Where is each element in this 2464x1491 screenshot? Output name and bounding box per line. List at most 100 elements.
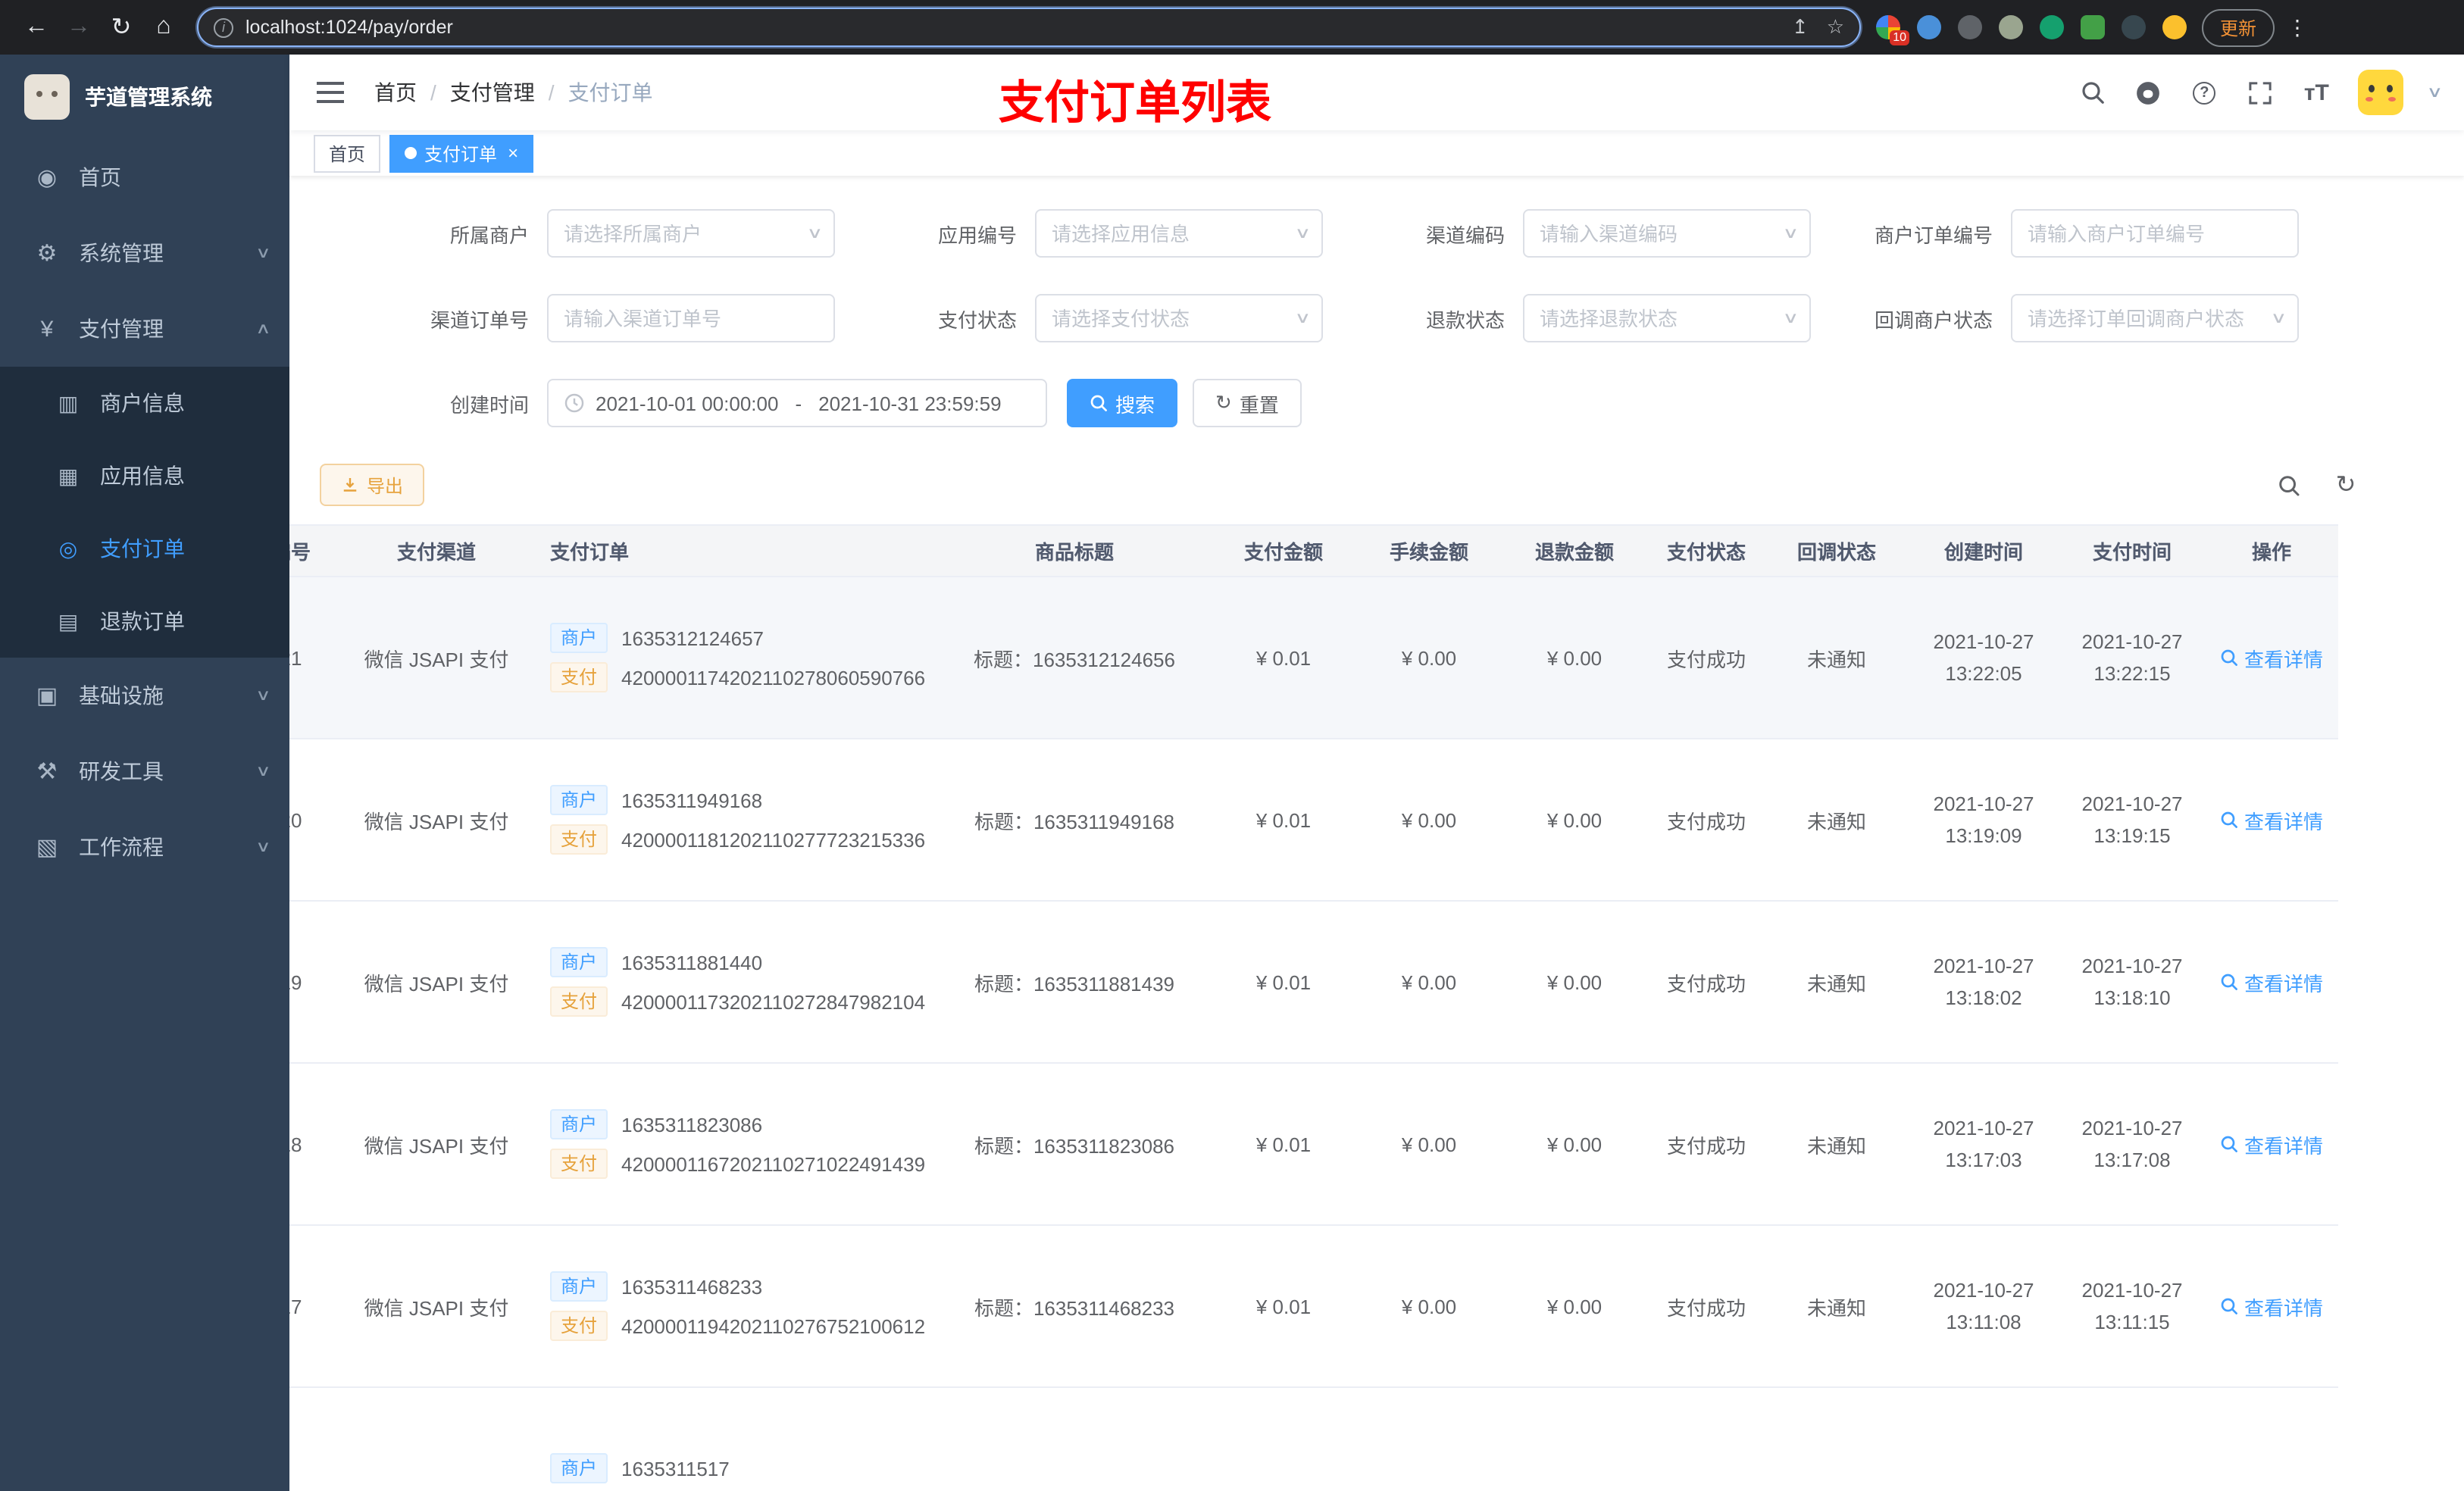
reload-icon[interactable]: ↻ [100,6,142,48]
tab-pay-order[interactable]: 支付订单 × [389,134,534,172]
channel-order-no-input[interactable] [564,295,797,341]
export-button[interactable]: 导出 [320,464,425,506]
extension-icon[interactable] [1917,15,1941,39]
sidebar-item-pay-order[interactable]: ◎ 支付订单 [0,512,289,585]
site-info-icon[interactable]: i [214,17,233,37]
font-size-icon[interactable]: ᴛT [2301,77,2331,108]
topbar-actions: ? ᴛT ∨ [2077,70,2443,115]
sidebar-item-merchant-info[interactable]: ▥ 商户信息 [0,367,289,439]
search-icon[interactable] [2077,77,2107,108]
channel-order-no-field[interactable] [547,294,835,342]
pay-status-select[interactable]: ∨ [1035,294,1323,342]
sidebar-item-infra[interactable]: ▣ 基础设施 ∨ [0,658,289,733]
extension-icon[interactable] [1958,15,1982,39]
filter-label: 支付状态 [937,308,1017,331]
col-actions: 操作 [2205,524,2338,577]
extension-icon[interactable]: 10 [1876,15,1909,45]
chevron-up-icon: ∧ [255,320,270,337]
sidebar-logo: 芋道管理系统 [0,55,289,139]
refund-status-input[interactable] [1540,295,1773,341]
pay-tag: 支付 [550,1149,608,1179]
hamburger-icon[interactable] [317,82,344,103]
sidebar-item-devtools[interactable]: ⚒ 研发工具 ∨ [0,733,289,809]
url-text[interactable]: localhost:1024/pay/order [245,17,1774,38]
chevron-down-icon: ∨ [255,763,270,780]
pay-tag: 支付 [550,1311,608,1341]
close-icon[interactable]: × [508,142,518,164]
app-select[interactable]: ∨ [1035,209,1323,258]
notify-status-select[interactable]: ∨ [2011,294,2299,342]
workflow-icon: ▧ [36,835,58,861]
table-refresh-icon[interactable]: ↻ [2334,473,2358,499]
app-select-input[interactable] [1052,211,1285,256]
sidebar-item-app-info[interactable]: ▦ 应用信息 [0,439,289,512]
notify-status-input[interactable] [2028,295,2261,341]
merchant-select-input[interactable] [564,211,797,256]
home-icon[interactable]: ⌂ [142,6,185,48]
refund-status-select[interactable]: ∨ [1523,294,1811,342]
forward-icon[interactable]: → [58,6,100,48]
sidebar-item-workflow[interactable]: ▧ 工作流程 ∨ [0,809,289,885]
chevron-down-icon: ∨ [255,687,270,704]
extension-icon[interactable] [2040,15,2064,39]
chevron-down-icon: ∨ [1781,311,1799,327]
view-detail-link[interactable]: 查看详情 [2220,643,2323,672]
pay-status-input[interactable] [1052,295,1285,341]
reset-button[interactable]: ↻ 重置 [1193,379,1302,427]
pay-tag: 支付 [550,824,608,855]
view-detail-link[interactable]: 查看详情 [2220,805,2323,834]
breadcrumb: 首页 / 支付管理 / 支付订单 [374,77,653,108]
extension-icon[interactable] [2122,15,2146,39]
channel-code-input[interactable] [1540,211,1773,256]
merchant-order-no-field[interactable] [2011,209,2299,258]
address-bar[interactable]: i localhost:1024/pay/order ↥ ☆ [197,8,1861,47]
view-detail-link[interactable]: 查看详情 [2220,1292,2323,1321]
table-row: 20 微信 JSAPI 支付 商户1635311949168 支付4200001… [289,739,2338,902]
sidebar-item-home[interactable]: ◉ 首页 [0,139,289,215]
table-search-icon[interactable] [2276,473,2300,497]
col-refund-amount: 退款金额 [1502,524,1647,577]
chevron-down-icon: ∨ [255,245,270,261]
extension-icon[interactable] [1999,15,2023,39]
github-icon[interactable] [2133,77,2163,108]
breadcrumb-home[interactable]: 首页 [374,77,417,108]
search-button[interactable]: 搜索 [1067,379,1178,427]
view-detail-link[interactable]: 查看详情 [2220,967,2323,996]
date-end[interactable]: 2021-10-31 23:59:59 [818,392,1001,414]
gear-icon: ⚙ [36,241,58,267]
browser-menu-icon[interactable]: ⋮ [2287,14,2309,40]
filter-label: 所属商户 [449,223,529,246]
screen: ← → ↻ ⌂ i localhost:1024/pay/order ↥ ☆ 1… [0,0,2464,1491]
avatar-caret-icon[interactable]: ∨ [2426,84,2443,101]
browser-profile-avatar[interactable] [2162,15,2187,39]
sidebar-item-payment[interactable]: ¥ 支付管理 ∧ [0,291,289,367]
infra-icon: ▣ [36,683,58,709]
col-pay-status: 支付状态 [1647,524,1765,577]
breadcrumb-pay-mgmt[interactable]: 支付管理 [450,77,535,108]
browser-chrome: ← → ↻ ⌂ i localhost:1024/pay/order ↥ ☆ 1… [0,0,2464,55]
merchant-order-no-input[interactable] [2028,211,2261,256]
user-avatar[interactable] [2357,70,2403,115]
create-time-range-picker[interactable]: 2021-10-01 00:00:00 - 2021-10-31 23:59:5… [547,379,1047,427]
share-icon[interactable]: ↥ [1792,15,1809,39]
browser-update-button[interactable]: 更新 [2202,8,2275,46]
table-header-row: 编号 支付渠道 支付订单 商品标题 支付金额 手续金额 退款金额 支付状态 回调… [289,524,2338,577]
channel-code-select[interactable]: ∨ [1523,209,1811,258]
dashboard-icon: ◉ [36,165,58,191]
back-icon[interactable]: ← [15,6,58,48]
tab-home[interactable]: 首页 [314,134,381,172]
sidebar-item-refund-order[interactable]: ▤ 退款订单 [0,585,289,658]
extension-icon[interactable] [2081,15,2105,39]
view-detail-link[interactable]: 查看详情 [2220,1130,2323,1158]
fullscreen-icon[interactable] [2245,77,2275,108]
merchant-select[interactable]: ∨ [547,209,835,258]
topbar: 首页 / 支付管理 / 支付订单 支付订单列表 ? ᴛT ∨ [289,55,2464,130]
extension-badge: 10 [1890,30,1909,45]
merchant-tag: 商户 [550,1453,608,1483]
refund-doc-icon: ▤ [58,608,79,633]
chevron-down-icon: ∨ [1293,311,1311,327]
bookmark-star-icon[interactable]: ☆ [1827,15,1844,39]
sidebar-item-system[interactable]: ⚙ 系统管理 ∨ [0,215,289,291]
help-icon[interactable]: ? [2189,77,2219,108]
date-start[interactable]: 2021-10-01 00:00:00 [596,392,778,414]
